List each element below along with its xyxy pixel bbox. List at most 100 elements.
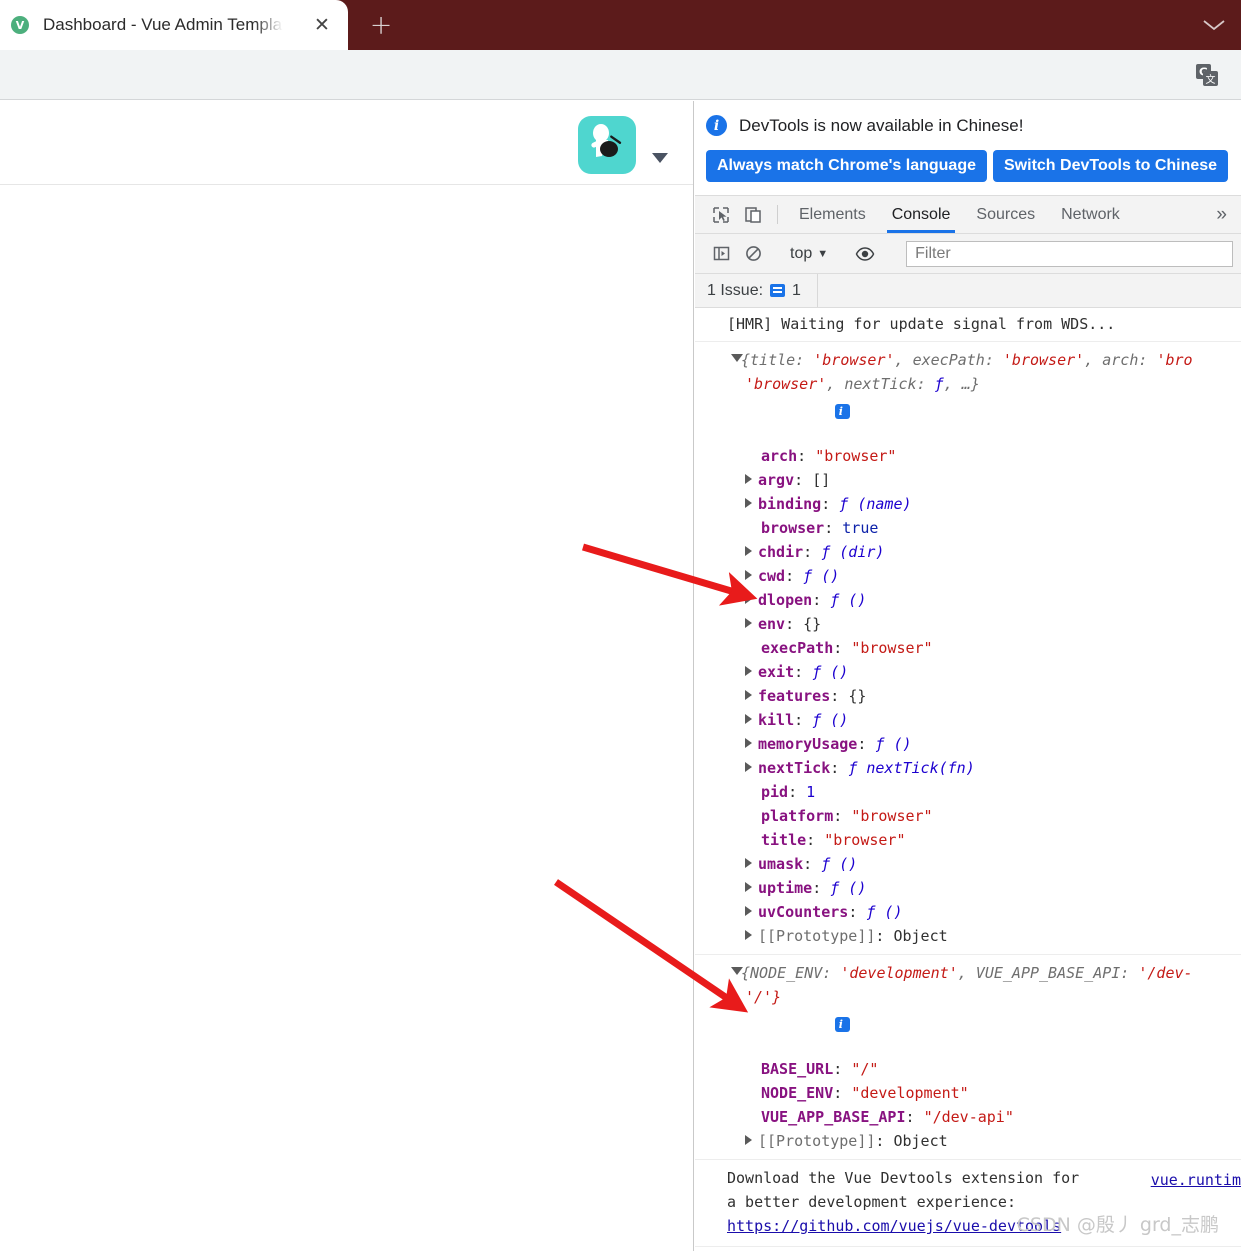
console-prompt[interactable]: › — [695, 1247, 1241, 1251]
expand-triangle-icon[interactable] — [745, 930, 752, 940]
info-icon: i — [706, 115, 727, 136]
context-selector[interactable]: top ▼ — [786, 245, 832, 263]
avatar-container[interactable] — [578, 116, 668, 174]
property-key: arch — [761, 447, 798, 465]
caret-down-icon[interactable] — [652, 153, 668, 163]
avatar[interactable] — [578, 116, 636, 174]
expand-triangle-icon[interactable] — [745, 618, 752, 628]
object-info-icon[interactable]: i — [835, 404, 851, 419]
object-property-row[interactable]: [[Prototype]]: Object — [695, 924, 1241, 948]
property-colon: : — [833, 1060, 852, 1078]
property-key: uvCounters — [758, 903, 849, 921]
property-value: "browser" — [851, 639, 933, 657]
console-sidebar-icon[interactable] — [705, 245, 737, 262]
preview-part: , VUE_APP_BASE_API: — [957, 964, 1139, 982]
vue-devtools-link[interactable]: https://github.com/vuejs/vue-devtools — [727, 1217, 1061, 1235]
tab-sources[interactable]: Sources — [963, 196, 1048, 233]
property-key: execPath — [761, 639, 834, 657]
clear-console-icon[interactable] — [737, 245, 769, 262]
object-property-row[interactable]: cwd: ƒ () — [695, 564, 1241, 588]
banner-message: DevTools is now available in Chinese! — [739, 115, 1024, 135]
object-preview[interactable]: {NODE_ENV: 'development', VUE_APP_BASE_A… — [695, 961, 1241, 1057]
object-property-row[interactable]: chdir: ƒ (dir) — [695, 540, 1241, 564]
tab-elements[interactable]: Elements — [786, 196, 879, 233]
switch-to-chinese-button[interactable]: Switch DevTools to Chinese — [993, 150, 1229, 182]
property-colon: : — [797, 447, 816, 465]
expand-triangle-icon[interactable] — [745, 906, 752, 916]
tab-network[interactable]: Network — [1048, 196, 1133, 233]
expand-triangle-icon[interactable] — [745, 690, 752, 700]
object-property-row[interactable]: uptime: ƒ () — [695, 876, 1241, 900]
property-colon: : — [788, 783, 807, 801]
object-property-row[interactable]: dlopen: ƒ () — [695, 588, 1241, 612]
object-property-row[interactable]: kill: ƒ () — [695, 708, 1241, 732]
property-colon: : — [830, 687, 849, 705]
property-colon: : — [812, 591, 831, 609]
object-property-row[interactable]: [[Prototype]]: Object — [695, 1129, 1241, 1153]
tab-title: Dashboard - Vue Admin Template — [43, 15, 283, 34]
expand-triangle-icon[interactable] — [745, 882, 752, 892]
expand-triangle-icon[interactable] — [745, 594, 752, 604]
collapse-triangle-icon[interactable] — [731, 354, 743, 362]
object-property-row[interactable]: binding: ƒ (name) — [695, 492, 1241, 516]
property-key: kill — [758, 711, 795, 729]
property-value: ƒ () — [830, 879, 867, 897]
object-property-row[interactable]: nextTick: ƒ nextTick(fn) — [695, 756, 1241, 780]
issues-chip[interactable]: 1 Issue: 1 — [695, 274, 818, 307]
new-tab-button[interactable]: + — [360, 8, 402, 42]
expand-triangle-icon[interactable] — [745, 738, 752, 748]
collapse-triangle-icon[interactable] — [731, 967, 743, 975]
property-value: {} — [803, 615, 822, 633]
object-property-row[interactable]: memoryUsage: ƒ () — [695, 732, 1241, 756]
expand-triangle-icon[interactable] — [745, 714, 752, 724]
browser-tab[interactable]: V Dashboard - Vue Admin Template ✕ — [0, 0, 348, 50]
property-colon: : — [830, 759, 849, 777]
inspect-element-icon[interactable] — [705, 196, 737, 233]
expand-triangle-icon[interactable] — [745, 474, 752, 484]
object-property-row[interactable]: umask: ƒ () — [695, 852, 1241, 876]
tab-console[interactable]: Console — [879, 196, 964, 233]
object-property-row[interactable]: features: {} — [695, 684, 1241, 708]
preview-part: 'bro — [1156, 351, 1193, 369]
translate-icon[interactable]: G 文 — [1194, 62, 1220, 88]
expand-triangle-icon[interactable] — [745, 1135, 752, 1145]
object-property-row[interactable]: argv: [] — [695, 468, 1241, 492]
property-key: pid — [761, 783, 789, 801]
property-key: dlopen — [758, 591, 813, 609]
browser-titlebar: V Dashboard - Vue Admin Template ✕ + — [0, 0, 1241, 50]
preview-part: , …} — [943, 375, 980, 393]
more-tabs-icon[interactable]: » — [1202, 196, 1241, 233]
expand-triangle-icon[interactable] — [745, 546, 752, 556]
chevron-down-icon[interactable] — [1199, 10, 1229, 40]
object-info-icon[interactable]: i — [835, 1017, 851, 1032]
source-link[interactable]: vue.runtim — [1151, 1168, 1241, 1192]
property-key: nextTick — [758, 759, 831, 777]
device-toolbar-icon[interactable] — [737, 196, 769, 233]
expand-triangle-icon[interactable] — [745, 858, 752, 868]
property-colon: : — [848, 903, 867, 921]
object-property-row[interactable]: env: {} — [695, 612, 1241, 636]
always-match-language-button[interactable]: Always match Chrome's language — [706, 150, 987, 182]
property-key: features — [758, 687, 831, 705]
property-key: uptime — [758, 879, 813, 897]
object-property-row[interactable]: exit: ƒ () — [695, 660, 1241, 684]
property-colon: : — [794, 663, 813, 681]
property-colon: : — [833, 807, 852, 825]
property-colon: : — [833, 1084, 852, 1102]
expand-triangle-icon[interactable] — [745, 666, 752, 676]
expand-triangle-icon[interactable] — [745, 570, 752, 580]
preview-part: 'browser' — [745, 375, 827, 393]
expand-triangle-icon[interactable] — [745, 762, 752, 772]
csdn-watermark: CSDN @殷丿 grd_志鹏 — [1016, 1214, 1219, 1236]
app-content-area — [0, 185, 693, 1251]
property-key: title — [761, 831, 807, 849]
object-property-row[interactable]: uvCounters: ƒ () — [695, 900, 1241, 924]
object-preview[interactable]: {title: 'browser', execPath: 'browser', … — [695, 348, 1241, 444]
live-expression-icon[interactable] — [849, 246, 881, 262]
issues-bar: 1 Issue: 1 — [695, 274, 1241, 308]
property-value: [] — [812, 471, 831, 489]
close-tab-icon[interactable]: ✕ — [310, 13, 334, 37]
expand-triangle-icon[interactable] — [745, 498, 752, 508]
property-colon: : — [905, 1108, 924, 1126]
filter-input[interactable] — [906, 240, 1233, 267]
